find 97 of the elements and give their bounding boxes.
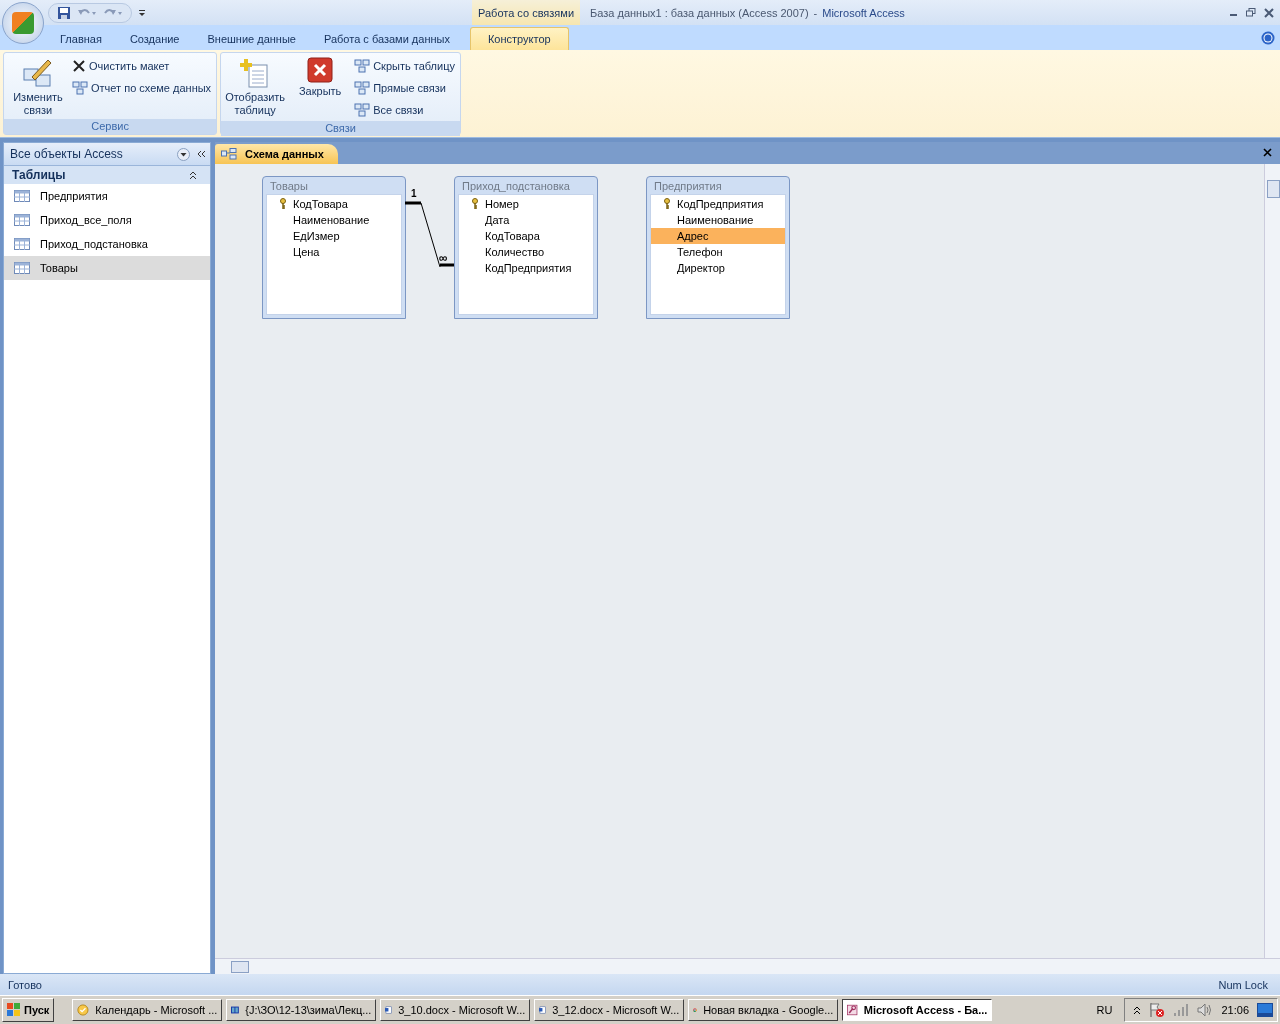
customize-menu-icon[interactable] [138,8,146,17]
start-button[interactable]: Пуск [2,998,55,1022]
app-title: Microsoft Access [822,6,905,19]
field-row[interactable]: Телефон [651,244,785,260]
language-indicator[interactable]: RU [1088,1004,1121,1016]
navigation-title: Все объекты Access [10,147,124,161]
pencil-table-icon [22,57,54,89]
field-row[interactable]: Номер [459,196,593,212]
field-row[interactable]: Цена [267,244,401,260]
table-icon [14,262,30,274]
windows-logo-icon [7,1003,21,1017]
close-icon [307,57,334,83]
close-icon[interactable] [1263,148,1272,157]
restore-icon[interactable] [1246,8,1256,17]
field-row[interactable]: Дата [459,212,593,228]
relationship-line [405,201,455,267]
ribbon-tab[interactable]: Внешние данные [193,33,310,50]
key-icon [471,198,479,210]
save-icon[interactable] [57,5,71,20]
taskbar-button[interactable]: 3_12.docx - Microsoft W... [534,999,685,1021]
document-tab[interactable]: Схема данных [215,144,338,164]
dropdown-icon[interactable] [177,147,190,161]
office-button[interactable] [2,2,44,44]
field-row[interactable]: Наименование [267,212,401,228]
field-row[interactable]: ЕдИзмер [267,228,401,244]
navigation-pane-header[interactable]: Все объекты Access [4,143,210,166]
field-row[interactable]: Директор [651,260,785,276]
key-icon [663,198,671,210]
chevron-up-icon[interactable] [1133,1005,1142,1015]
diagram-icon [354,103,371,117]
relationships-icon [221,148,237,160]
ribbon-button[interactable]: Закрыть [289,55,352,119]
many-label: ∞ [439,252,448,264]
ribbon-button[interactable]: Отчет по схеме данных [72,79,214,97]
ribbon-button[interactable]: Изменить связи [7,55,69,117]
diagram-icon [354,81,371,95]
navigation-item[interactable]: Предприятия [4,184,210,208]
close-icon[interactable] [1264,7,1274,18]
field-row[interactable]: Количество [459,244,593,260]
clock[interactable]: 21:06 [1221,1004,1249,1016]
ribbon-button[interactable]: Прямые связи [354,79,457,97]
field-row[interactable]: Наименование [651,212,785,228]
field-row[interactable]: Адрес [651,228,785,244]
horizontal-scrollbar[interactable] [215,958,1280,974]
table-title: Приход_подстановка [461,179,571,194]
navigation-item[interactable]: Приход_все_поля [4,208,210,232]
taskbar-button[interactable]: Календарь - Microsoft ... [72,999,223,1021]
document-icon [539,1003,547,1017]
cross-icon [72,59,86,73]
field-row[interactable]: КодПредприятия [459,260,593,276]
collapse-icon[interactable] [196,149,206,159]
ribbon-button[interactable]: Очистить макет [72,57,214,75]
key-app-icon [847,1003,858,1017]
ribbon-tab[interactable]: Работа с базами данных [309,33,464,50]
ribbon-tab[interactable]: Конструктор [469,27,569,50]
taskbar-button[interactable]: 3_10.docx - Microsoft W... [380,999,531,1021]
ribbon-button[interactable]: Все связи [354,101,457,119]
num-lock-indicator: Num Lock [1218,978,1268,991]
table-field-list[interactable]: Товары КодТовара Наименование ЕдИзмер Цена [262,176,406,319]
group-label: Связи [221,121,460,136]
document-title: База данных1 : база данных (Access 2007) [590,6,809,19]
vertical-scrollbar[interactable] [1264,164,1280,958]
speaker-icon[interactable] [1197,1003,1214,1017]
collapse-icon[interactable] [188,170,198,180]
navigation-item[interactable]: Товары [4,256,210,280]
taskbar-button[interactable]: Microsoft Access - Ба... [842,999,993,1021]
title-separator: - [813,6,818,19]
table-title: Товары [269,179,309,194]
table-icon [14,214,30,226]
table-title: Предприятия [653,179,723,194]
ribbon-tab[interactable]: Создание [115,33,194,50]
table-field-list[interactable]: Предприятия КодПредприятия Наименование Адрес Телефон Директор [646,176,790,319]
field-row[interactable]: КодТовара [459,228,593,244]
diagram-icon [354,59,371,73]
field-row[interactable]: КодПредприятия [651,196,785,212]
group-label: Сервис [4,119,217,134]
navigation-item[interactable]: Приход_подстановка [4,232,210,256]
key-icon [279,198,287,210]
one-label: 1 [411,188,417,199]
diagram-icon [72,81,88,95]
ribbon-button[interactable]: Отобразить таблицу [224,55,287,119]
help-icon[interactable] [1261,31,1275,45]
document-icon [385,1003,393,1017]
calendar-icon [77,1003,90,1017]
table-icon [14,238,30,250]
taskbar-button[interactable]: {J:\ЗО\12-13\зима\Лекц... [226,999,377,1021]
table-field-list[interactable]: Приход_подстановка Номер Дата КодТовара Количество КодПредприятия [454,176,598,319]
section-title: Таблицы [12,168,67,182]
taskbar-button[interactable]: Новая вкладка - Google... [688,999,839,1021]
table-icon [14,190,30,202]
status-text: Готово [8,978,42,991]
ribbon-tab[interactable]: Главная [46,33,116,50]
flag-error-icon[interactable] [1149,1002,1166,1018]
field-row[interactable]: КодТовара [267,196,401,212]
ribbon-button[interactable]: Скрыть таблицу [354,57,457,75]
context-tab-label: Работа со связями [472,0,581,25]
navigation-section-header[interactable]: Таблицы [4,166,210,184]
